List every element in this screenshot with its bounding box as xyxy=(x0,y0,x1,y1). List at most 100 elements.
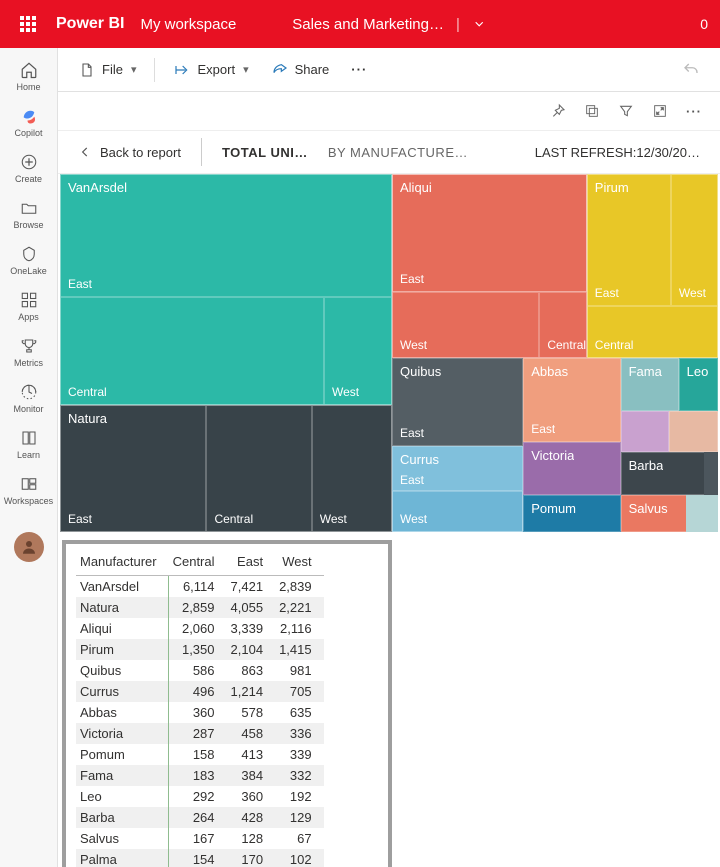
cell-east: 128 xyxy=(227,828,276,849)
treemap-cell-natura[interactable]: Natura East Central West xyxy=(60,405,392,532)
table-row[interactable]: Barba264428129 xyxy=(76,807,324,828)
treemap-region[interactable]: Central xyxy=(206,405,311,532)
cell-east: 7,421 xyxy=(227,576,276,598)
table-row[interactable]: Natura2,8594,0552,221 xyxy=(76,597,324,618)
cell-central: 496 xyxy=(169,681,227,702)
report-name[interactable]: Sales and Marketing… xyxy=(292,16,444,33)
share-icon xyxy=(271,61,289,79)
table-row[interactable]: Abbas360578635 xyxy=(76,702,324,723)
treemap-cell-victoria[interactable]: Victoria xyxy=(523,442,620,495)
workspace-breadcrumb[interactable]: My workspace xyxy=(140,16,236,33)
table-row[interactable]: Pirum1,3502,1041,415 xyxy=(76,639,324,660)
cell-mfr: Palma xyxy=(76,849,169,867)
cell-central: 586 xyxy=(169,660,227,681)
treemap-cell-pomum[interactable]: Pomum xyxy=(523,495,620,532)
nav-onelake[interactable]: OneLake xyxy=(2,240,56,280)
nav-workspaces[interactable]: Workspaces xyxy=(2,470,56,510)
cell-central: 287 xyxy=(169,723,227,744)
app-launcher[interactable] xyxy=(4,0,52,48)
treemap-region[interactable]: West xyxy=(392,491,523,532)
nav-home[interactable]: Home xyxy=(2,56,56,96)
export-menu[interactable]: Export ▾ xyxy=(165,57,256,83)
table-header[interactable]: East xyxy=(227,550,276,576)
treemap-cell-pirum[interactable]: Pirum East West Central xyxy=(587,174,718,358)
visual-more-options[interactable]: ··· xyxy=(684,101,704,121)
treemap-region[interactable] xyxy=(621,411,670,452)
treemap-cell-vanarsdel[interactable]: VanArsdel East Central West xyxy=(60,174,392,405)
chevron-down-icon: ▾ xyxy=(243,63,249,76)
table-row[interactable]: Victoria287458336 xyxy=(76,723,324,744)
left-nav: Home Copilot Create Browse OneLake Apps … xyxy=(0,48,58,867)
treemap-region[interactable]: West xyxy=(324,297,392,405)
table-row[interactable]: Palma154170102 xyxy=(76,849,324,867)
table-row[interactable]: Quibus586863981 xyxy=(76,660,324,681)
treemap-cell-fama[interactable]: Fama xyxy=(621,358,679,411)
table-row[interactable]: Currus4961,214705 xyxy=(76,681,324,702)
pin-visual[interactable] xyxy=(548,101,568,121)
title-bar: Back to report TOTAL UNI… BY MANUFACTURE… xyxy=(58,130,720,174)
nav-browse[interactable]: Browse xyxy=(2,194,56,234)
cell-central: 183 xyxy=(169,765,227,786)
nav-learn[interactable]: Learn xyxy=(2,424,56,464)
nav-copilot[interactable]: Copilot xyxy=(2,102,56,142)
table-header[interactable]: Manufacturer xyxy=(76,550,169,576)
back-to-report[interactable]: Back to report xyxy=(78,145,181,160)
table-header[interactable]: West xyxy=(275,550,324,576)
monitor-icon xyxy=(19,382,39,402)
treemap-cell-aliqui[interactable]: Aliqui East West Central xyxy=(392,174,587,358)
nav-monitor[interactable]: Monitor xyxy=(2,378,56,418)
treemap-visual[interactable]: VanArsdel East Central West Natura East … xyxy=(60,174,718,532)
table-row[interactable]: VanArsdel6,1147,4212,839 xyxy=(76,576,324,598)
separator: | xyxy=(456,16,460,33)
file-menu[interactable]: File ▾ xyxy=(70,57,144,83)
cell-east: 428 xyxy=(227,807,276,828)
report-switch-dropdown[interactable] xyxy=(472,17,486,31)
brand-name[interactable]: Power BI xyxy=(56,15,124,33)
filter-visual[interactable] xyxy=(616,101,636,121)
treemap-region[interactable]: Central xyxy=(539,292,586,358)
treemap-region[interactable]: Central xyxy=(587,306,718,358)
treemap-region[interactable]: West xyxy=(671,174,718,306)
table-row[interactable]: Salvus16712867 xyxy=(76,828,324,849)
table-row[interactable]: Leo292360192 xyxy=(76,786,324,807)
more-options[interactable]: ··· xyxy=(343,58,375,81)
treemap-region[interactable]: East xyxy=(60,174,392,297)
treemap-cell-barba[interactable]: Barba xyxy=(621,452,718,495)
table-row[interactable]: Aliqui2,0603,3392,116 xyxy=(76,618,324,639)
nav-apps[interactable]: Apps xyxy=(2,286,56,326)
cell-east: 4,055 xyxy=(227,597,276,618)
treemap-region[interactable]: Central xyxy=(60,297,324,405)
cell-mfr: Victoria xyxy=(76,723,169,744)
crumb-measure[interactable]: TOTAL UNI… xyxy=(222,145,308,160)
book-icon xyxy=(19,428,39,448)
table-header[interactable]: Central xyxy=(169,550,227,576)
focus-mode[interactable] xyxy=(650,101,670,121)
cell-mfr: Natura xyxy=(76,597,169,618)
undo-button[interactable] xyxy=(674,57,708,83)
cell-west: 102 xyxy=(275,849,324,867)
table-row[interactable]: Fama183384332 xyxy=(76,765,324,786)
cell-mfr: Abbas xyxy=(76,702,169,723)
treemap-cell-currus[interactable]: Currus East West xyxy=(392,446,523,532)
treemap-cell-salvus[interactable]: Salvus xyxy=(621,495,718,532)
copy-visual[interactable] xyxy=(582,101,602,121)
nav-create[interactable]: Create xyxy=(2,148,56,188)
cell-east: 1,214 xyxy=(227,681,276,702)
treemap-region[interactable]: West xyxy=(312,405,392,532)
data-table-visual[interactable]: ManufacturerCentralEastWest VanArsdel6,1… xyxy=(62,540,392,867)
share-button[interactable]: Share xyxy=(263,57,338,83)
treemap-cell-abbas[interactable]: Abbas East xyxy=(523,358,620,442)
treemap-region[interactable] xyxy=(669,411,718,452)
treemap-region[interactable]: West xyxy=(392,292,539,358)
cell-central: 1,350 xyxy=(169,639,227,660)
table-row[interactable]: Pomum158413339 xyxy=(76,744,324,765)
cell-west: 2,221 xyxy=(275,597,324,618)
crumb-dimension[interactable]: BY MANUFACTURER … xyxy=(328,145,468,160)
file-icon xyxy=(78,61,96,79)
treemap-cell-quibus[interactable]: Quibus East xyxy=(392,358,523,446)
nav-metrics[interactable]: Metrics xyxy=(2,332,56,372)
main-area: File ▾ Export ▾ Share ··· ··· xyxy=(58,48,720,867)
notifications-count[interactable]: 0 xyxy=(700,16,716,32)
treemap-cell-leo[interactable]: Leo xyxy=(679,358,718,411)
user-avatar[interactable] xyxy=(14,532,44,562)
